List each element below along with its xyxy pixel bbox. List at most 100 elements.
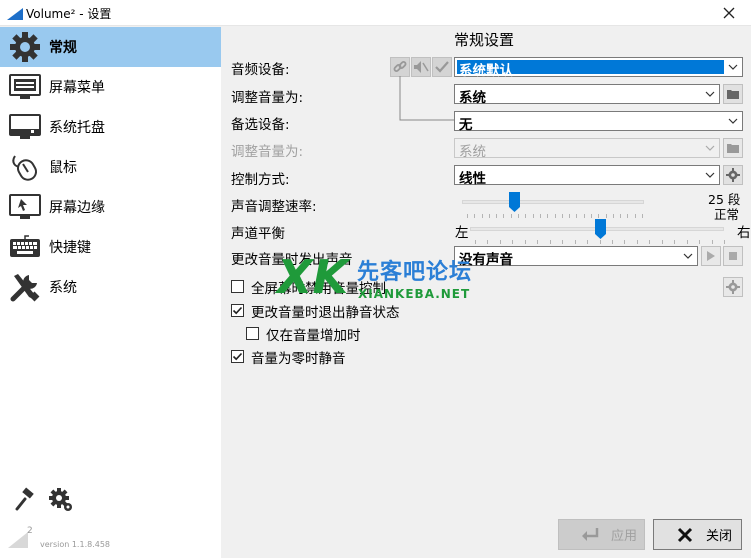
confirm-device-button[interactable] [432,57,452,77]
link-icon [393,61,407,72]
close-button[interactable]: 关闭 [653,519,742,550]
close-x-icon [674,524,696,546]
control-mode-label: 控制方式: [231,172,290,188]
keyboard-icon [7,231,43,263]
adjust-volume-label: 调整音量为: [231,90,304,106]
device-link-connector [399,76,454,121]
checkmark-icon [232,306,243,315]
sidebar-item-mouse[interactable]: 鼠标 [0,147,221,187]
close-button-label: 关闭 [706,529,733,544]
page-title: 常规设置 [454,31,515,49]
sidebar-item-general[interactable]: 常规 [0,27,221,67]
slider-tick [724,240,725,244]
slider-tick [612,240,613,244]
slider-tick [500,240,501,244]
slider-tick [624,240,625,244]
sidebar-item-hotkeys[interactable]: 快捷键 [0,227,221,267]
watermark: XK 先客吧论坛 XIANKEBA.NET [274,245,485,305]
watermark-text-en: XIANKEBA.NET [358,287,471,301]
slider-tick [533,214,534,218]
slider-tick [637,240,638,244]
screen-edge-icon [7,191,43,223]
volume-speed-value: 正常 [714,207,740,222]
slider-tick [467,214,468,218]
sidebar-item-label: 常规 [49,40,77,56]
slider-tick [642,214,643,218]
slider-tick [584,214,585,218]
settings-gear-icon[interactable] [48,487,74,513]
tools-icon [7,271,43,303]
control-mode-settings-button[interactable] [723,165,743,185]
balance-slider-thumb[interactable] [595,219,606,239]
window-close-button[interactable] [717,2,741,24]
slider-tick [649,240,650,244]
sidebar-item-label: 屏幕边缘 [49,200,105,216]
balance-left-label: 左 [455,225,469,241]
gear-icon [726,168,740,182]
apply-button[interactable]: 应用 [558,519,645,550]
brush-icon[interactable] [11,487,37,513]
stop-sound-button[interactable] [723,246,743,266]
slider-tick [600,240,601,244]
volume-speed-label: 声音调整速率: [231,199,317,215]
volume-speed-ticks [467,214,643,218]
play-icon [707,251,715,261]
alt-device-select[interactable]: 无 [454,111,743,133]
slider-tick [575,240,576,244]
slider-tick [482,214,483,218]
slider-tick [550,240,551,244]
slider-tick [627,214,628,218]
volume-speed-slider-thumb[interactable] [509,192,520,212]
checkmark-icon [232,352,243,361]
mute-at-zero-label: 音量为零时静音 [251,351,346,367]
slider-tick [591,214,592,218]
stop-icon [729,252,737,260]
fullscreen-disable-checkbox[interactable] [231,280,244,293]
change-sound-select[interactable]: 没有声音 [454,246,698,268]
version-mark: 2 [8,526,36,548]
fullscreen-settings-button[interactable] [723,277,743,297]
chevron-down-icon [705,91,715,97]
balance-label: 声道平衡 [231,226,285,242]
audio-device-label: 音频设备: [231,62,290,78]
watermark-logo-icon: XK [274,250,351,304]
slider-tick [489,214,490,218]
adjust-volume-browse-button[interactable] [723,84,743,104]
only-on-increase-checkbox[interactable] [246,327,259,340]
sidebar: 常规 屏幕菜单 系统托盘 鼠标 屏幕边缘 快捷键 系统 [0,27,221,558]
chevron-down-icon [728,118,738,124]
adjust-volume-select[interactable]: 系统 [454,84,720,106]
sidebar-item-label: 系统托盘 [49,120,105,136]
mute-device-button[interactable] [411,57,431,77]
audio-device-select[interactable]: 系统默认 [454,57,743,79]
sidebar-item-system-tray[interactable]: 系统托盘 [0,107,221,147]
slider-tick [606,214,607,218]
slider-tick [503,214,504,218]
slider-tick [525,214,526,218]
sidebar-item-system[interactable]: 系统 [0,267,221,307]
slider-tick [518,214,519,218]
sidebar-item-screen-edge[interactable]: 屏幕边缘 [0,187,221,227]
adjust-volume-2-browse-button[interactable] [723,138,743,158]
sidebar-item-screen-menu[interactable]: 屏幕菜单 [0,67,221,107]
slider-tick [540,214,541,218]
control-mode-select[interactable]: 线性 [454,165,720,187]
sidebar-item-label: 鼠标 [49,160,77,176]
balance-right-label: 右 [737,225,751,241]
slider-tick [687,240,688,244]
monitor-menu-icon [7,71,43,103]
adjust-volume-2-select[interactable]: 系统 [454,138,720,160]
play-sound-button[interactable] [701,246,721,266]
slider-tick [635,214,636,218]
slider-tick [587,240,588,244]
slider-tick [555,214,556,218]
mute-at-zero-checkbox[interactable] [231,350,244,363]
slider-tick [712,240,713,244]
chevron-down-icon [728,64,738,70]
slider-tick [620,214,621,218]
unmute-on-change-checkbox[interactable] [231,304,244,317]
link-device-button[interactable] [390,57,410,77]
sidebar-item-label: 屏幕菜单 [49,80,105,96]
window-title: Volume² - 设置 [26,7,112,21]
slider-tick [487,240,488,244]
